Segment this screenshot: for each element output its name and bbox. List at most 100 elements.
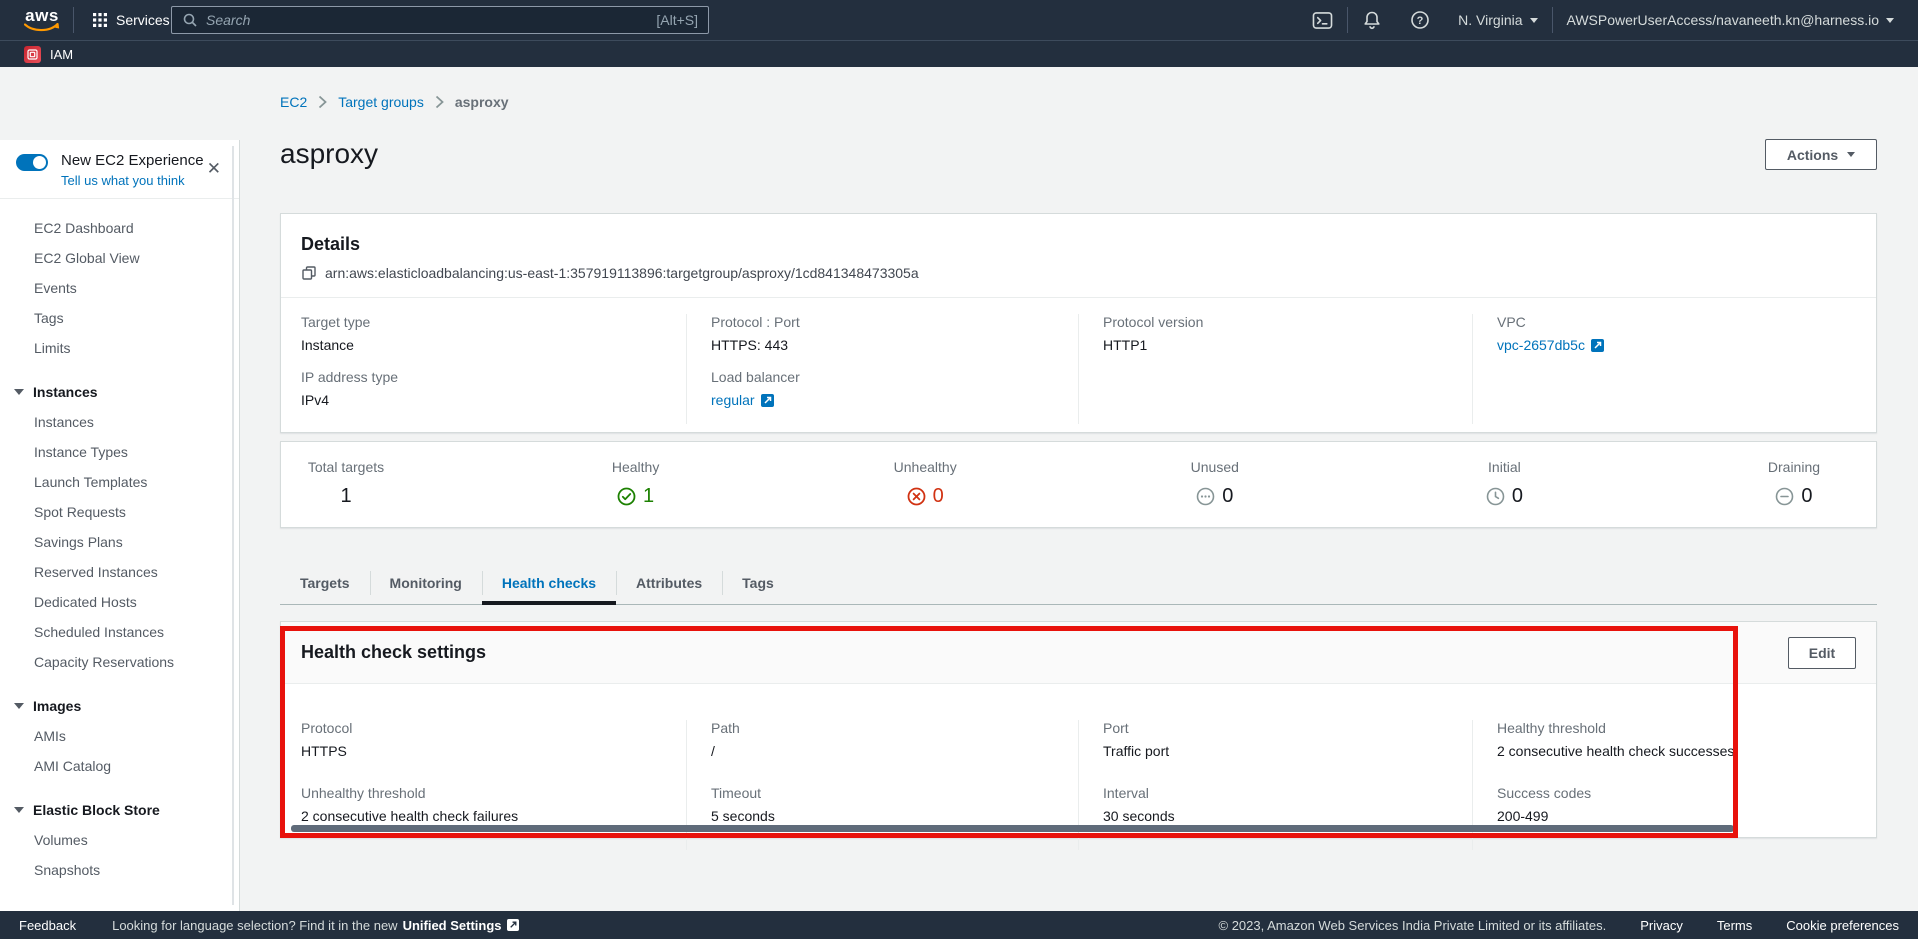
actions-button[interactable]: Actions <box>1765 139 1877 170</box>
cloudshell-terminal-icon <box>1312 11 1333 30</box>
top-navigation: aws Services [Alt+S] ? <box>0 0 1918 67</box>
horizontal-scrollbar[interactable] <box>291 825 1734 832</box>
services-menu-button[interactable]: Services <box>85 0 178 40</box>
stat-unhealthy: Unhealthy 0 <box>860 459 990 527</box>
breadcrumb: EC2 Target groups asproxy <box>280 94 1877 110</box>
new-experience-title: New EC2 Experience <box>61 152 204 169</box>
services-label: Services <box>116 12 170 28</box>
protocol-port-label: Protocol : Port <box>711 314 1078 330</box>
hc-port-value: Traffic port <box>1103 743 1472 759</box>
page-title: asproxy <box>280 137 1877 171</box>
sidebar-item-scheduled-instances[interactable]: Scheduled Instances <box>0 617 239 647</box>
hc-protocol-label: Protocol <box>301 720 686 736</box>
breadcrumb-current: asproxy <box>455 94 509 110</box>
help-button[interactable]: ? <box>1396 0 1444 40</box>
load-balancer-label: Load balancer <box>711 369 1078 385</box>
sidebar-item-instances[interactable]: Instances <box>0 407 239 437</box>
stat-total-targets: Total targets 1 <box>281 459 411 527</box>
sidebar-item-savings-plans[interactable]: Savings Plans <box>0 527 239 557</box>
chevron-right-icon <box>318 95 327 109</box>
main-content: EC2 Target groups asproxy asproxy Action… <box>240 67 1918 911</box>
stat-draining: Draining 0 <box>1729 459 1859 527</box>
vpc-link[interactable]: vpc-2657db5c <box>1497 337 1585 353</box>
favorite-iam-link[interactable]: IAM <box>24 46 73 63</box>
sidebar-item-amis[interactable]: AMIs <box>0 721 239 751</box>
edit-button[interactable]: Edit <box>1788 637 1856 669</box>
target-type-value: Instance <box>301 337 686 353</box>
cookie-preferences-link[interactable]: Cookie preferences <box>1786 918 1899 933</box>
sidebar-item-tags[interactable]: Tags <box>0 303 239 333</box>
new-experience-toggle[interactable] <box>16 154 48 171</box>
privacy-link[interactable]: Privacy <box>1640 918 1683 933</box>
new-experience-panel: New EC2 Experience Tell us what you thin… <box>0 140 239 199</box>
tab-targets[interactable]: Targets <box>280 561 370 604</box>
ellipsis-circle-icon <box>1196 487 1215 506</box>
region-selector[interactable]: N. Virginia <box>1444 0 1551 40</box>
chevron-down-icon <box>14 389 24 395</box>
tab-bar: Targets Monitoring Health checks Attribu… <box>280 561 1877 605</box>
notifications-button[interactable] <box>1348 0 1396 40</box>
feedback-button[interactable]: Feedback <box>19 918 76 933</box>
chevron-down-icon <box>14 703 24 709</box>
sidebar-section-elastic-block-store[interactable]: Elastic Block Store <box>0 795 239 825</box>
sidebar: New EC2 Experience Tell us what you thin… <box>0 140 240 911</box>
tab-attributes[interactable]: Attributes <box>616 561 722 604</box>
sidebar-item-reserved-instances[interactable]: Reserved Instances <box>0 557 239 587</box>
hc-path-label: Path <box>711 720 1078 736</box>
protocol-version-label: Protocol version <box>1103 314 1472 330</box>
hc-success-codes-label: Success codes <box>1497 785 1856 801</box>
account-menu[interactable]: AWSPowerUserAccess/navaneeth.kn@harness.… <box>1553 0 1909 40</box>
copyright-text: © 2023, Amazon Web Services India Privat… <box>1219 918 1607 933</box>
sidebar-item-snapshots[interactable]: Snapshots <box>0 855 239 885</box>
hc-interval-value: 30 seconds <box>1103 808 1472 824</box>
sidebar-item-events[interactable]: Events <box>0 273 239 303</box>
x-circle-icon <box>907 487 926 506</box>
sidebar-item-ec2-dashboard[interactable]: EC2 Dashboard <box>0 213 239 243</box>
unified-settings-link[interactable]: Unified Settings <box>403 918 502 933</box>
aws-logo-text: aws <box>25 8 59 23</box>
chevron-down-icon <box>1530 18 1538 23</box>
sidebar-item-capacity-reservations[interactable]: Capacity Reservations <box>0 647 239 677</box>
details-heading: Details <box>301 234 1856 255</box>
sidebar-section-instances[interactable]: Instances <box>0 377 239 407</box>
target-summary-card: Total targets 1 Healthy 1 Unhealthy 0 Un… <box>280 441 1877 528</box>
terms-link[interactable]: Terms <box>1717 918 1752 933</box>
ip-address-type-value: IPv4 <box>301 392 686 408</box>
aws-logo[interactable]: aws <box>24 8 60 33</box>
toggle-knob <box>33 156 46 169</box>
hc-path-value: / <box>711 743 1078 759</box>
feedback-link[interactable]: Tell us what you think <box>61 173 185 188</box>
top-nav-right-cluster: ? N. Virginia AWSPowerUserAccess/navanee… <box>1298 0 1908 40</box>
tab-monitoring[interactable]: Monitoring <box>370 561 482 604</box>
tab-health-checks[interactable]: Health checks <box>482 561 616 604</box>
hc-timeout-value: 5 seconds <box>711 808 1078 824</box>
close-icon[interactable]: ✕ <box>207 160 221 177</box>
breadcrumb-ec2-link[interactable]: EC2 <box>280 94 307 110</box>
sidebar-item-ami-catalog[interactable]: AMI Catalog <box>0 751 239 781</box>
stat-initial: Initial 0 <box>1439 459 1569 527</box>
sidebar-item-dedicated-hosts[interactable]: Dedicated Hosts <box>0 587 239 617</box>
chevron-right-icon <box>435 95 444 109</box>
sidebar-item-spot-requests[interactable]: Spot Requests <box>0 497 239 527</box>
sidebar-section-images[interactable]: Images <box>0 691 239 721</box>
search-input[interactable] <box>206 12 656 28</box>
sidebar-item-volumes[interactable]: Volumes <box>0 825 239 855</box>
copy-icon[interactable] <box>301 265 317 281</box>
cloudshell-button[interactable] <box>1298 0 1347 40</box>
chevron-down-icon <box>1886 18 1894 23</box>
tab-tags[interactable]: Tags <box>722 561 794 604</box>
sidebar-item-limits[interactable]: Limits <box>0 333 239 363</box>
top-nav-row: aws Services [Alt+S] ? <box>0 0 1918 40</box>
hc-unhealthy-threshold-value: 2 consecutive health check failures <box>301 808 686 824</box>
sidebar-item-ec2-global-view[interactable]: EC2 Global View <box>0 243 239 273</box>
minus-circle-icon <box>1775 487 1794 506</box>
sidebar-item-launch-templates[interactable]: Launch Templates <box>0 467 239 497</box>
breadcrumb-target-groups-link[interactable]: Target groups <box>338 94 424 110</box>
sidebar-item-instance-types[interactable]: Instance Types <box>0 437 239 467</box>
region-label: N. Virginia <box>1458 12 1522 28</box>
search-box[interactable]: [Alt+S] <box>171 6 709 34</box>
iam-icon <box>24 46 41 63</box>
help-icon: ? <box>1410 10 1430 30</box>
load-balancer-link[interactable]: regular <box>711 392 755 408</box>
target-type-label: Target type <box>301 314 686 330</box>
